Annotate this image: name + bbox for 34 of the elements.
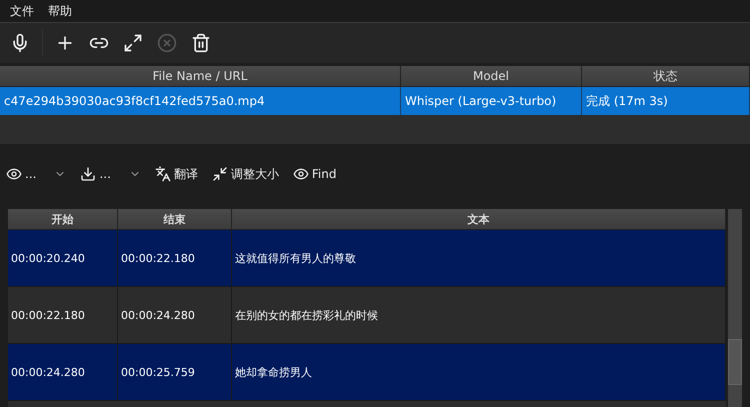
column-header[interactable]: 状态 [582,66,750,87]
table-cell: 00:00:24.280 [8,344,118,401]
table-cell: 00:00:25.759 [118,344,232,401]
menu-item[interactable]: 文件 [10,2,34,20]
table-cell: 这就值得所有男人的尊敬 [232,230,726,287]
shrink-icon [212,166,228,182]
table-cell: 00:00:20.240 [8,230,118,287]
table-cell: 在别的女的都在捞彩礼的时候 [232,287,726,344]
table-cell: 她却拿命捞男人 [232,344,726,401]
table-cell: 00:00:22.180 [8,287,118,344]
menu-item[interactable]: 帮助 [48,2,72,20]
download-icon [80,166,96,182]
toolbar-button[interactable]: ... [80,166,111,182]
toolbar-button[interactable]: 调整大小 [212,166,279,182]
toolbar-button[interactable]: ... [6,166,36,182]
table-cell: 00:00:24.280 [118,287,232,344]
cancel-icon [157,33,177,53]
translate-icon [154,166,171,182]
table-cell: Whisper (Large-v3-turbo) [401,87,582,115]
table-cell: c47e294b39030ac93f8cf142fed575a0.mp4 [0,87,401,115]
table-cell: 完成 (17m 3s) [582,87,750,115]
column-header[interactable]: Model [401,66,582,87]
eye-icon [292,166,309,182]
toolbar-button[interactable]: Find [292,166,336,182]
eye-icon [6,166,22,182]
column-header[interactable]: File Name / URL [0,66,401,87]
column-header[interactable]: 文本 [232,209,726,230]
expand-icon [123,33,143,53]
toolbar-button[interactable]: 翻译 [154,166,198,182]
table-cell: 00:00:22.180 [118,230,232,287]
trash-icon [191,33,211,53]
scrollbar[interactable] [728,209,742,407]
column-header[interactable]: 开始 [8,209,118,230]
column-header[interactable]: 结束 [118,209,232,230]
